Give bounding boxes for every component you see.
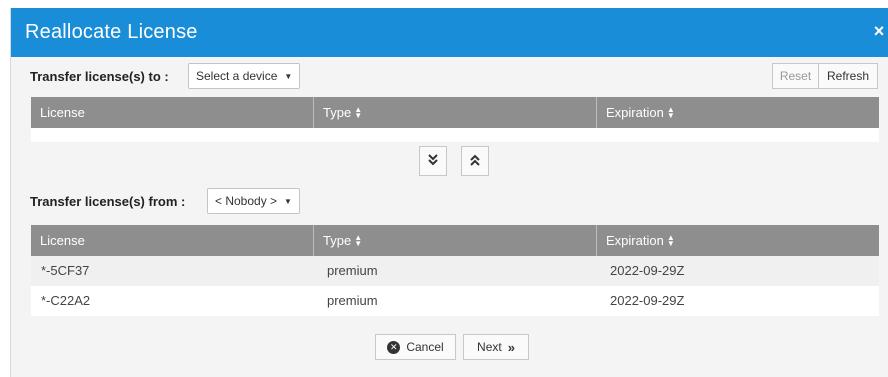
column-header-type[interactable]: Type ▲ ▼ xyxy=(314,225,597,256)
cancel-circle-icon: ✕ xyxy=(387,340,401,354)
cancel-button-label: Cancel xyxy=(406,340,444,354)
close-icon[interactable]: × xyxy=(871,22,887,40)
next-button[interactable]: Next » xyxy=(463,334,529,360)
move-up-button[interactable] xyxy=(461,146,489,176)
reset-button[interactable]: Reset xyxy=(772,63,819,89)
dialog-titlebar: Reallocate License × xyxy=(11,8,888,57)
cell-license: *-5CF37 xyxy=(41,263,90,278)
sort-icon: ▲ ▼ xyxy=(354,232,363,248)
target-device-select[interactable]: Select a device ▼ xyxy=(188,63,301,89)
double-chevron-down-icon xyxy=(428,153,438,169)
dialog-title: Reallocate License xyxy=(25,21,198,43)
source-device-select-value: < Nobody > xyxy=(215,194,278,208)
chevron-down-icon: ▼ xyxy=(284,196,292,206)
cell-type: premium xyxy=(327,263,378,278)
cancel-button[interactable]: ✕ Cancel xyxy=(375,334,456,360)
reallocate-license-dialog: Reallocate License × Transfer license(s)… xyxy=(10,8,888,377)
source-device-select[interactable]: < Nobody > ▼ xyxy=(207,188,300,214)
chevron-down-icon: ▼ xyxy=(284,71,293,81)
column-header-expiration[interactable]: Expiration ▲ ▼ xyxy=(597,225,879,256)
cell-expiration: 2022-09-29Z xyxy=(610,293,685,308)
cell-type: premium xyxy=(327,293,378,308)
next-button-label: Next xyxy=(477,340,502,354)
table-row[interactable]: *-5CF37 premium 2022-09-29Z xyxy=(31,256,879,286)
column-header-type[interactable]: Type ▲ ▼ xyxy=(314,97,597,128)
transfer-to-label: Transfer license(s) to : xyxy=(30,69,169,84)
cell-expiration: 2022-09-29Z xyxy=(610,263,685,278)
target-device-select-value: Select a device xyxy=(196,69,278,83)
table-row[interactable]: *-C22A2 premium 2022-09-29Z xyxy=(31,286,879,316)
move-down-button[interactable] xyxy=(419,146,447,176)
transfer-from-label: Transfer license(s) from : xyxy=(30,194,186,209)
column-header-expiration[interactable]: Expiration ▲ ▼ xyxy=(597,97,879,128)
double-chevron-up-icon xyxy=(470,154,480,169)
sort-icon: ▲ ▼ xyxy=(354,104,363,120)
target-license-table-header: License Type ▲ ▼ Expiration ▲ ▼ xyxy=(31,97,879,128)
target-license-table-body xyxy=(31,128,879,142)
column-header-license[interactable]: License xyxy=(31,225,314,256)
column-header-license[interactable]: License xyxy=(31,97,314,128)
refresh-button[interactable]: Refresh xyxy=(818,63,878,89)
double-chevron-right-icon: » xyxy=(507,339,515,355)
sort-icon: ▲ ▼ xyxy=(666,232,675,248)
sort-icon: ▲ ▼ xyxy=(666,104,675,120)
source-license-table-header: License Type ▲ ▼ Expiration ▲ ▼ xyxy=(31,225,879,256)
cell-license: *-C22A2 xyxy=(41,293,91,308)
